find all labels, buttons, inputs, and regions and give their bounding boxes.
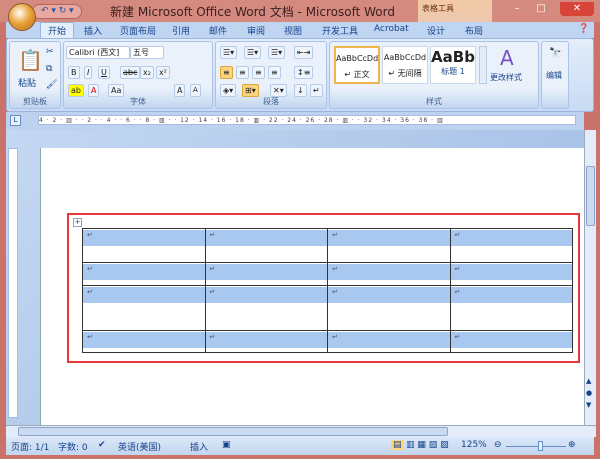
styles-scroll[interactable] bbox=[479, 46, 487, 84]
group-label: 样式 bbox=[426, 97, 442, 106]
tab-mailings[interactable]: 邮件 bbox=[209, 24, 227, 37]
word-count[interactable]: 字数: 0 bbox=[58, 440, 88, 453]
style-no-spacing[interactable]: AaBbCcDd ↵ 无间隔 bbox=[382, 46, 428, 84]
tab-review[interactable]: 审阅 bbox=[247, 24, 265, 37]
bold-button[interactable]: B bbox=[68, 66, 80, 79]
print-layout-view-icon[interactable]: ▤ bbox=[391, 440, 404, 450]
group-editing: 🔭 编辑 bbox=[541, 41, 569, 109]
ribbon: 📋 粘贴 ✂ ⧉ 🖌 剪贴板 Calibri (西文] 五号 B I U abc… bbox=[6, 38, 594, 112]
tab-view[interactable]: 视图 bbox=[284, 24, 302, 37]
style-name: 标题 1 bbox=[441, 67, 465, 76]
group-label: 段落 bbox=[263, 97, 279, 106]
group-label: 剪贴板 bbox=[23, 97, 47, 106]
zoom-level[interactable]: 125% bbox=[461, 440, 487, 450]
editing-button[interactable]: 编辑 bbox=[546, 70, 562, 81]
underline-button[interactable]: U bbox=[98, 66, 110, 79]
zoom-out-icon[interactable]: ⊖ bbox=[494, 440, 502, 450]
superscript-button[interactable]: x² bbox=[156, 66, 170, 79]
maximize-button[interactable]: □ bbox=[532, 2, 550, 16]
zoom-slider[interactable] bbox=[506, 446, 566, 447]
page-count[interactable]: 页面: 1/1 bbox=[11, 440, 49, 453]
tab-design[interactable]: 设计 bbox=[427, 24, 445, 37]
format-painter-icon[interactable]: 🖌 bbox=[46, 80, 57, 90]
tab-page-layout[interactable]: 页面布局 bbox=[120, 24, 156, 37]
window-title: 新建 Microsoft Office Word 文档 - Microsoft … bbox=[110, 5, 395, 19]
group-paragraph: ☰▾ ☰▾ ☰▾ ⇤⇥ ≡ ≡ ≡ ≡ ↕≡ ◈▾ ⊞▾ ✕▾ ↓ ↵ 段落 bbox=[215, 41, 327, 109]
selection-highlight-box bbox=[67, 213, 580, 363]
browse-object-icons[interactable]: ▲ ● ▼ bbox=[586, 375, 592, 411]
horizontal-scrollbar[interactable] bbox=[6, 425, 596, 437]
style-name: ↵ 正文 bbox=[344, 70, 370, 79]
align-left-button[interactable]: ≡ bbox=[220, 66, 233, 79]
zoom-slider-thumb[interactable] bbox=[538, 441, 543, 451]
horizontal-ruler[interactable]: 4 · 2 · ▥ · · 2 · · 4 · · 6 · · 8 · ▥ · … bbox=[38, 115, 576, 125]
ribbon-tabs: 开始 插入 页面布局 引用 邮件 审阅 视图 开发工具 Acrobat 设计 布… bbox=[6, 22, 594, 39]
style-normal[interactable]: AaBbCcDd ↵ 正文 bbox=[334, 46, 380, 84]
tab-home[interactable]: 开始 bbox=[40, 22, 75, 39]
quick-access-toolbar[interactable]: ↶ ▾ ↻ ▾ bbox=[32, 4, 82, 19]
scroll-thumb[interactable] bbox=[586, 166, 595, 226]
office-button[interactable] bbox=[8, 3, 36, 31]
line-spacing-button[interactable]: ↕≡ bbox=[294, 66, 314, 79]
style-heading-1[interactable]: AaBb 标题 1 bbox=[430, 46, 476, 84]
group-styles: AaBbCcDd ↵ 正文 AaBbCcDd ↵ 无间隔 AaBb 标题 1 A 更改… bbox=[329, 41, 539, 109]
proofing-icon[interactable]: ✔ bbox=[98, 440, 106, 450]
vertical-ruler[interactable] bbox=[8, 148, 18, 418]
multilevel-list-button[interactable]: ☰▾ bbox=[268, 46, 286, 59]
minimize-button[interactable]: – bbox=[508, 2, 526, 16]
strikethrough-button[interactable]: abc bbox=[120, 66, 141, 79]
cut-icon[interactable]: ✂ bbox=[46, 47, 54, 57]
tab-acrobat[interactable]: Acrobat bbox=[374, 24, 409, 34]
align-right-button[interactable]: ≡ bbox=[252, 66, 265, 79]
change-styles-button[interactable]: 更改样式 bbox=[490, 72, 522, 83]
tab-insert[interactable]: 插入 bbox=[84, 24, 102, 37]
justify-button[interactable]: ≡ bbox=[268, 66, 281, 79]
paste-icon[interactable]: 📋 bbox=[18, 48, 43, 72]
tab-selector-icon[interactable]: L bbox=[10, 115, 21, 126]
bullets-button[interactable]: ☰▾ bbox=[220, 46, 238, 59]
close-button[interactable]: ✕ bbox=[560, 2, 594, 16]
insert-mode[interactable]: 插入 bbox=[190, 440, 208, 453]
style-preview: AaBb bbox=[431, 48, 475, 66]
language[interactable]: 英语(美国) bbox=[118, 440, 161, 453]
group-clipboard: 📋 粘贴 ✂ ⧉ 🖌 剪贴板 bbox=[9, 41, 61, 109]
help-icon[interactable]: ❓ bbox=[578, 24, 589, 34]
tab-references[interactable]: 引用 bbox=[172, 24, 190, 37]
style-name: ↵ 无间隔 bbox=[388, 69, 422, 78]
paste-button[interactable]: 粘贴 bbox=[18, 76, 36, 89]
style-preview: AaBbCcDd bbox=[383, 53, 427, 62]
group-label: 字体 bbox=[130, 97, 146, 106]
scroll-thumb[interactable] bbox=[18, 427, 448, 436]
font-size-select[interactable]: 五号 bbox=[130, 46, 164, 59]
find-icon[interactable]: 🔭 bbox=[549, 48, 561, 59]
vertical-scrollbar[interactable]: ▲ ● ▼ bbox=[584, 130, 596, 425]
copy-icon[interactable]: ⧉ bbox=[46, 64, 52, 74]
indent-buttons[interactable]: ⇤⇥ bbox=[294, 46, 314, 59]
tab-layout[interactable]: 布局 bbox=[465, 24, 483, 37]
macro-record-icon[interactable]: ▣ bbox=[222, 440, 231, 450]
tab-developer[interactable]: 开发工具 bbox=[322, 24, 358, 37]
status-bar: 页面: 1/1 字数: 0 ✔ 英语(美国) 插入 ▣ ▤ ▥ ▦ ▧ ▨ 12… bbox=[6, 437, 594, 455]
numbering-button[interactable]: ☰▾ bbox=[244, 46, 262, 59]
other-view-icons[interactable]: ▥ ▦ ▧ ▨ bbox=[406, 440, 449, 450]
zoom-in-icon[interactable]: ⊕ bbox=[568, 440, 576, 450]
subscript-button[interactable]: x₂ bbox=[140, 66, 154, 79]
align-center-button[interactable]: ≡ bbox=[236, 66, 249, 79]
italic-button[interactable]: I bbox=[84, 66, 93, 79]
change-styles-icon[interactable]: A bbox=[500, 46, 514, 70]
font-name-select[interactable]: Calibri (西文] bbox=[66, 46, 130, 59]
style-preview: AaBbCcDd bbox=[336, 54, 379, 63]
group-font: Calibri (西文] 五号 B I U abc x₂ x² ab A Aa … bbox=[63, 41, 213, 109]
